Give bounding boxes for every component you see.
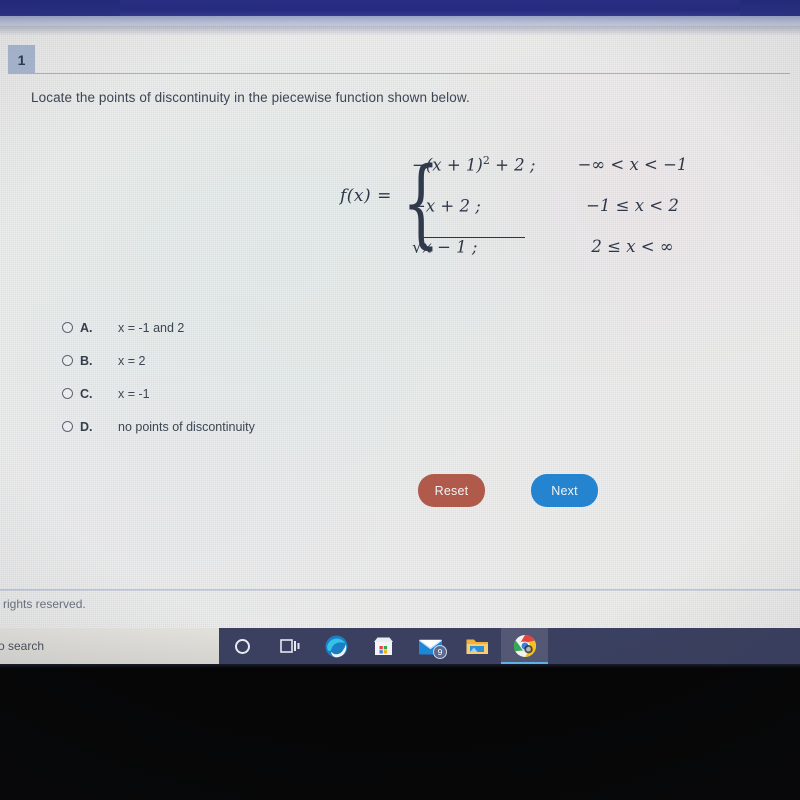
edge-browser-icon[interactable] <box>313 628 360 664</box>
answer-option-c[interactable]: C. x = -1 <box>62 377 255 410</box>
chrome-browser-icon[interactable] <box>501 628 548 664</box>
browser-top-band <box>0 0 800 16</box>
piecewise-function-block: f(x) = { −(x + 1)2 + 2 ; −∞ < x < −1 −x … <box>330 140 730 270</box>
answer-option-a[interactable]: A. x = -1 and 2 <box>62 311 255 344</box>
piece-expression: √x − 1 ; <box>412 236 537 257</box>
reset-button[interactable]: Reset <box>418 474 485 507</box>
taskbar-search-box[interactable]: o search <box>0 628 219 664</box>
piecewise-rows: −(x + 1)2 + 2 ; −∞ < x < −1 −x + 2 ; −1 … <box>412 144 722 267</box>
file-explorer-icon[interactable] <box>454 628 501 664</box>
piecewise-row: −(x + 1)2 + 2 ; −∞ < x < −1 <box>412 144 722 185</box>
copyright-text: l rights reserved. <box>0 597 86 611</box>
task-view-glyph <box>279 639 299 653</box>
taskbar-bottom-edge <box>0 664 800 668</box>
piecewise-row: √x − 1 ; 2 ≤ x < ∞ <box>412 226 722 267</box>
radio-button-icon[interactable] <box>62 421 73 432</box>
edge-glyph <box>325 635 348 657</box>
piece-expression: −x + 2 ; <box>412 196 481 216</box>
option-text: x = -1 and 2 <box>118 320 185 335</box>
taskbar-icon-tray: 9 <box>219 628 800 664</box>
screen-photograph: 1 Locate the points of discontinuity in … <box>0 0 800 800</box>
cortana-ring-icon <box>235 638 250 654</box>
next-button[interactable]: Next <box>531 474 598 507</box>
question-number-tab[interactable]: 1 <box>8 45 35 74</box>
radical-bar <box>421 237 525 239</box>
radio-button-icon[interactable] <box>62 388 73 399</box>
store-glyph <box>374 637 393 655</box>
search-placeholder-label: o search <box>0 639 45 653</box>
option-text: x = 2 <box>118 353 146 368</box>
option-letter: A. <box>80 320 93 335</box>
option-text: no points of discontinuity <box>118 419 255 434</box>
option-letter: B. <box>80 353 93 368</box>
footer-divider <box>0 589 800 591</box>
option-letter: C. <box>80 386 93 401</box>
piece-expression: −(x + 1)2 + 2 ; <box>412 154 536 175</box>
function-label: f(x) = <box>340 186 392 206</box>
question-tab-divider <box>8 73 790 74</box>
quiz-action-buttons: Reset Next <box>418 474 598 507</box>
microsoft-store-icon[interactable] <box>360 628 407 664</box>
cortana-icon[interactable] <box>219 628 266 664</box>
radio-button-icon[interactable] <box>62 355 73 366</box>
question-number-label: 1 <box>17 51 26 68</box>
option-letter: D. <box>80 419 93 434</box>
piece-condition: −∞ < x < −1 <box>577 155 688 174</box>
folder-glyph <box>466 639 488 654</box>
chrome-glyph <box>513 635 536 657</box>
answer-options-list: A. x = -1 and 2 B. x = 2 C. x = -1 D. no… <box>62 311 255 443</box>
option-text: x = -1 <box>118 386 150 401</box>
piecewise-row: −x + 2 ; −1 ≤ x < 2 <box>412 185 722 226</box>
answer-option-b[interactable]: B. x = 2 <box>62 344 255 377</box>
radio-button-icon[interactable] <box>62 322 73 333</box>
answer-option-d[interactable]: D. no points of discontinuity <box>62 410 255 443</box>
piece-condition: 2 ≤ x < ∞ <box>591 237 674 256</box>
question-prompt: Locate the points of discontinuity in th… <box>31 90 470 105</box>
task-view-icon[interactable] <box>266 628 313 664</box>
mail-unread-badge: 9 <box>433 645 447 659</box>
mail-icon[interactable]: 9 <box>407 628 454 664</box>
piece-condition: −1 ≤ x < 2 <box>586 196 679 215</box>
windows-taskbar: o search 9 <box>0 628 800 664</box>
